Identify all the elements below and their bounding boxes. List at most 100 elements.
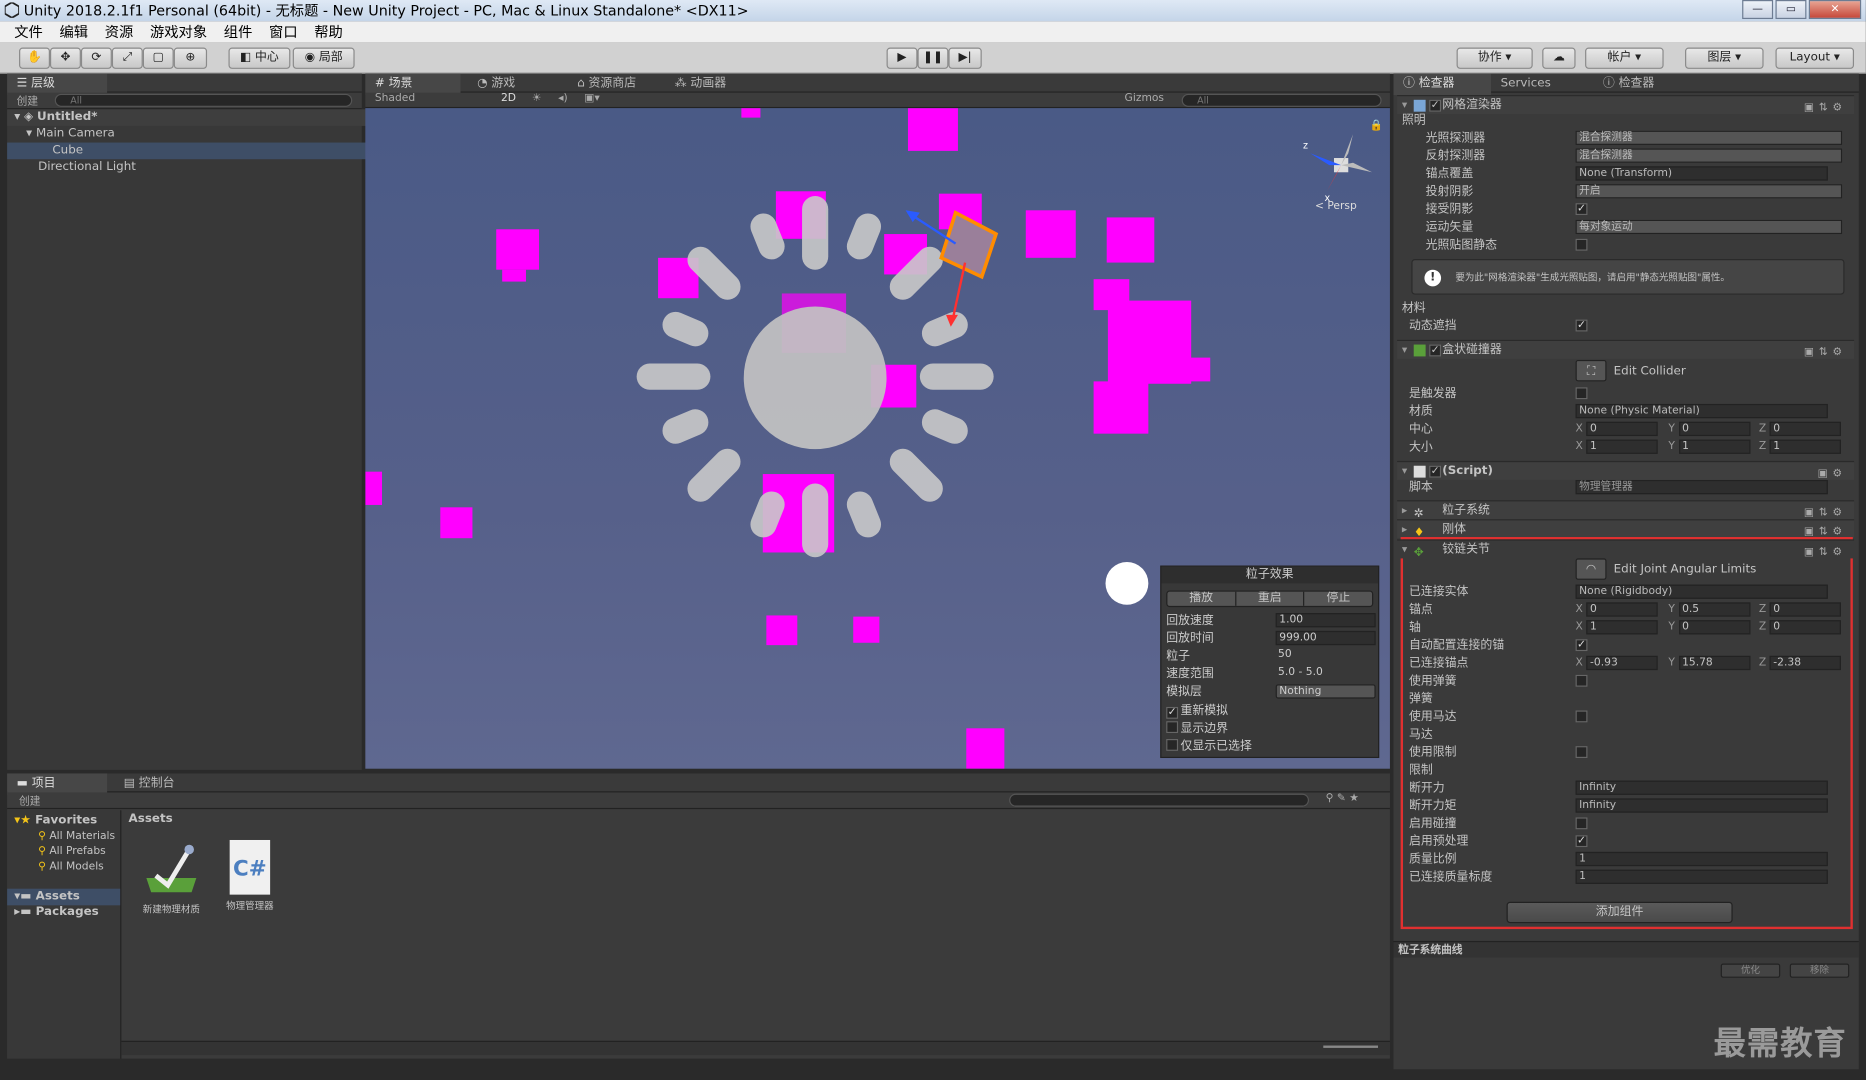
component-tools-icon[interactable]: ▣⇅⚙ bbox=[1804, 543, 1847, 562]
motor-foldout[interactable]: 马达 bbox=[1409, 726, 1849, 744]
move-tool-button[interactable]: ✥ bbox=[49, 47, 81, 69]
play-button[interactable]: ▶ bbox=[886, 47, 918, 69]
sphere-object[interactable] bbox=[1105, 561, 1149, 605]
asset-physics-manager-script[interactable]: C# 物理管理器 bbox=[217, 839, 284, 912]
menu-gameobject[interactable]: 游戏对象 bbox=[143, 21, 217, 42]
lock-icon[interactable]: 🔒 bbox=[1370, 120, 1383, 132]
limits-foldout[interactable]: 限制 bbox=[1409, 762, 1849, 780]
mode-2d-toggle[interactable]: 2D bbox=[501, 93, 516, 105]
maximize-button[interactable]: ▭ bbox=[1775, 0, 1807, 20]
checkbox-checked[interactable]: ✓ bbox=[1575, 835, 1588, 848]
particle-curves-header[interactable]: 粒子系统曲线 bbox=[1393, 940, 1859, 958]
image-effects-icon[interactable]: ▣▾ bbox=[584, 93, 600, 105]
particle-check-show-bounds[interactable]: 显示边界 bbox=[1166, 720, 1378, 738]
menu-component[interactable]: 组件 bbox=[217, 21, 262, 42]
checkbox-unchecked[interactable] bbox=[1166, 721, 1179, 734]
particle-play-button[interactable]: 播放 bbox=[1167, 591, 1235, 606]
checkbox-checked[interactable]: ✓ bbox=[1429, 344, 1442, 357]
checkbox-unchecked[interactable] bbox=[1575, 746, 1588, 759]
layers-dropdown[interactable]: 图层 ▾ bbox=[1685, 47, 1764, 69]
sun-icon[interactable]: ☀ bbox=[532, 93, 542, 105]
checkbox-unchecked[interactable] bbox=[1575, 387, 1588, 400]
materials-foldout[interactable]: 材料 bbox=[1402, 299, 1849, 317]
menu-help[interactable]: 帮助 bbox=[307, 21, 352, 42]
component-box-collider[interactable]: ▾ ✓ 盒状碰撞器 ▣⇅⚙ bbox=[1397, 339, 1855, 362]
add-component-button[interactable]: 添加组件 bbox=[1506, 901, 1733, 924]
checkbox-unchecked[interactable] bbox=[1575, 710, 1588, 723]
hierarchy-item-main-camera[interactable]: ▾ Main Camera bbox=[7, 126, 366, 143]
step-button[interactable]: ▶| bbox=[948, 47, 982, 69]
menu-assets[interactable]: 资源 bbox=[98, 21, 143, 42]
assets-folder-item[interactable]: ▾▬ Assets bbox=[7, 888, 121, 906]
component-tools-icon[interactable]: ▣⇅⚙ bbox=[1804, 343, 1847, 362]
spring-foldout[interactable]: 弹簧 bbox=[1409, 690, 1849, 708]
checkbox-checked[interactable]: ✓ bbox=[1429, 99, 1442, 112]
collab-dropdown[interactable]: 协作 ▾ bbox=[1456, 47, 1533, 69]
hierarchy-item-cube[interactable]: Cube bbox=[7, 142, 367, 160]
fav-all-prefabs[interactable]: ⚲ All Prefabs bbox=[38, 846, 106, 858]
optimize-button[interactable]: 优化 bbox=[1720, 963, 1781, 978]
fav-all-materials[interactable]: ⚲ All Materials bbox=[38, 830, 115, 842]
checkbox-unchecked[interactable] bbox=[1575, 674, 1588, 687]
favorites-item[interactable]: ▾★ Favorites bbox=[14, 814, 97, 827]
menu-edit[interactable]: 编辑 bbox=[52, 21, 97, 42]
component-hinge-joint[interactable]: ▾ ✥ 铰链关节 ▣⇅⚙ bbox=[1397, 539, 1855, 560]
audio-icon[interactable]: ◂) bbox=[558, 93, 568, 105]
hierarchy-item-directional-light[interactable]: Directional Light bbox=[7, 159, 366, 176]
particle-check-show-only-selected[interactable]: 仅显示已选择 bbox=[1166, 738, 1378, 756]
menu-window[interactable]: 窗口 bbox=[262, 21, 307, 42]
filter-icon[interactable]: ⚲ ✎ ★ bbox=[1326, 792, 1359, 804]
scene-root-item[interactable]: ▾ ◈ Untitled* bbox=[7, 109, 367, 126]
component-particle-system[interactable]: ▸ ✲ 粒子系统 ▣⇅⚙ bbox=[1397, 500, 1855, 520]
component-script[interactable]: ▾ ✓ (Script) ▣⚙ bbox=[1397, 460, 1855, 480]
component-rigidbody[interactable]: ▸ ♦ 刚体 ▣⇅⚙ bbox=[1397, 519, 1855, 539]
checkbox-checked[interactable]: ✓ bbox=[1429, 465, 1442, 478]
close-button[interactable]: ✕ bbox=[1808, 0, 1862, 20]
cloud-button[interactable]: ☁ bbox=[1542, 47, 1576, 69]
asset-physic-material[interactable]: 新建物理材质 bbox=[138, 842, 205, 916]
rotate-tool-button[interactable]: ⟳ bbox=[80, 47, 112, 69]
edit-collider-button[interactable]: ⛶ Edit Collider bbox=[1575, 359, 1686, 382]
tab-services[interactable]: Services bbox=[1491, 74, 1560, 95]
scene-search-input[interactable]: All bbox=[1181, 93, 1382, 107]
hierarchy-search-input[interactable]: All bbox=[54, 93, 353, 107]
checkbox-checked[interactable]: ✓ bbox=[1575, 203, 1588, 216]
persp-label[interactable]: < Persp bbox=[1315, 201, 1357, 213]
pause-button[interactable]: ❚❚ bbox=[917, 47, 949, 69]
tab-inspector[interactable]: ⓘ 检查器 bbox=[1393, 73, 1492, 96]
project-search-input[interactable] bbox=[1009, 793, 1310, 807]
lighting-foldout[interactable]: 照明 bbox=[1402, 112, 1849, 130]
project-create-button[interactable]: 创建 bbox=[19, 792, 40, 808]
edit-joint-limits-button[interactable]: ◠ Edit Joint Angular Limits bbox=[1575, 558, 1756, 580]
rect-tool-button[interactable]: ▢ bbox=[142, 47, 174, 69]
selected-cube-gizmo-icon[interactable] bbox=[898, 201, 1029, 332]
checkbox-unchecked[interactable] bbox=[1166, 738, 1179, 751]
checkbox-checked[interactable]: ✓ bbox=[1166, 706, 1179, 719]
hierarchy-create-button[interactable]: 创建 bbox=[17, 93, 38, 108]
minimize-button[interactable]: — bbox=[1742, 0, 1774, 20]
remove-button[interactable]: 移除 bbox=[1789, 963, 1850, 978]
pivot-toggle-button[interactable]: ◧ 中心 bbox=[228, 47, 291, 69]
scale-tool-button[interactable]: ⤢ bbox=[111, 47, 143, 69]
transform-tool-button[interactable]: ⊕ bbox=[173, 47, 208, 69]
particle-restart-button[interactable]: 重启 bbox=[1234, 591, 1304, 606]
checkbox-unchecked[interactable] bbox=[1575, 817, 1588, 830]
space-toggle-button[interactable]: ◉ 局部 bbox=[292, 47, 355, 69]
zoom-slider[interactable] bbox=[1323, 1045, 1379, 1048]
chevron-down-icon: ▾ bbox=[1631, 51, 1642, 65]
checkbox-checked[interactable]: ✓ bbox=[1575, 319, 1588, 332]
particle-stop-button[interactable]: 停止 bbox=[1303, 591, 1373, 606]
hand-tool-button[interactable]: ✋ bbox=[19, 47, 50, 69]
layout-dropdown[interactable]: Layout ▾ bbox=[1775, 47, 1855, 69]
shading-dropdown[interactable]: Shaded bbox=[375, 93, 415, 105]
packages-folder-item[interactable]: ▸▬ Packages bbox=[14, 905, 98, 918]
tab-inspector-2[interactable]: ⓘ 检查器 bbox=[1593, 74, 1663, 95]
particle-check-resimulate[interactable]: ✓ 重新模拟 bbox=[1166, 702, 1378, 720]
account-dropdown[interactable]: 帐户 ▾ bbox=[1585, 47, 1664, 69]
orientation-gizmo-icon[interactable]: z x bbox=[1301, 127, 1377, 203]
checkbox-checked[interactable]: ✓ bbox=[1575, 639, 1588, 652]
gizmos-dropdown[interactable]: Gizmos bbox=[1125, 93, 1164, 105]
checkbox-unchecked[interactable] bbox=[1575, 238, 1588, 251]
menu-file[interactable]: 文件 bbox=[7, 21, 52, 42]
fav-all-models[interactable]: ⚲ All Models bbox=[38, 861, 104, 873]
